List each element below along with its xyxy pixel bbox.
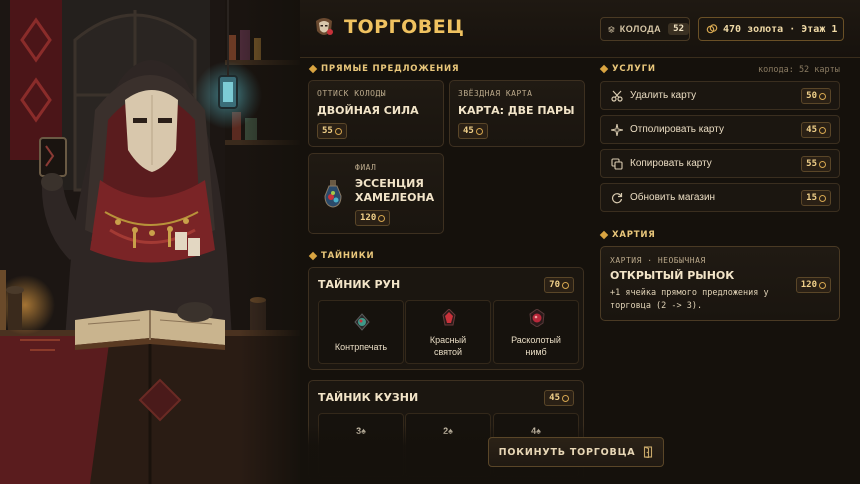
coin-icon [562, 394, 569, 402]
services-deck-meta: колода: 52 карты [758, 65, 840, 75]
coin-icon [819, 194, 826, 202]
diamond-icon [308, 251, 318, 261]
merchant-portrait [0, 0, 300, 484]
service-label: Удалить карту [630, 90, 697, 101]
stash-item-label-line2: нимб [525, 347, 547, 357]
coin-icon [819, 92, 826, 100]
direct-offers-title: ПРЯМЫЕ ПРЕДЛОЖЕНИЯ [321, 64, 460, 74]
coin-icon [378, 214, 386, 222]
service-price: 50 [801, 88, 831, 104]
deck-button[interactable]: КОЛОДА 52 [600, 17, 690, 41]
service-polish-card[interactable]: Отполировать карту 45 [600, 115, 840, 144]
coin-icon [819, 126, 826, 134]
page-title: ТОРГОВЕЦ [344, 16, 465, 38]
deck-layers-icon [608, 25, 615, 33]
door-exit-icon [644, 446, 653, 458]
stash-title: ТАЙНИК КУЗНИ [318, 391, 419, 404]
leave-merchant-button[interactable]: ПОКИНУТЬ ТОРГОВЦА [488, 437, 664, 467]
charter-price: 120 [795, 277, 831, 293]
stash-item-label: Контрпечать [334, 342, 388, 352]
coin-icon [562, 281, 569, 289]
gold-coins-icon [706, 24, 718, 34]
rune-gem-icon [529, 309, 545, 327]
charter-name: ОТКРЫТЫЙ РЫНОК [610, 269, 735, 282]
vial-icon [324, 180, 342, 208]
service-label: Копировать карту [630, 158, 712, 169]
charter-header: ХАРТИЯ [599, 230, 656, 240]
diamond-icon [599, 230, 609, 240]
coin-icon [819, 160, 826, 168]
offer-kicker: ОТТИСК КОЛОДЫ [317, 89, 387, 98]
offer-card-two-pairs[interactable]: ЗВЁЗДНАЯ КАРТА КАРТА: ДВЕ ПАРЫ 45 [449, 80, 585, 147]
stashes-title: ТАЙНИКИ [321, 251, 375, 261]
offer-kicker: ФИАЛ [355, 163, 377, 172]
charter-title: ХАРТИЯ [612, 230, 656, 240]
charter-kicker: ХАРТИЯ · НЕОБЫЧНАЯ [610, 256, 706, 265]
stashes-header: ТАЙНИКИ [308, 251, 375, 261]
rune-gem-core [532, 313, 542, 323]
offer-price: 55 [317, 123, 347, 139]
offer-name-line2: ХАМЕЛЕОНА [355, 191, 435, 204]
coin-icon [475, 127, 483, 135]
stash-item-counterseal[interactable]: Контрпечать [318, 300, 404, 364]
merchant-header: ТОРГОВЕЦ КОЛОДА 52 470 золота · Этаж 1 [300, 0, 860, 58]
coin-icon [819, 281, 826, 289]
charter-desc-line1: +1 ячейка прямого предложения у [610, 288, 769, 298]
rune-gem-icon [354, 313, 370, 331]
diamond-icon [599, 64, 609, 74]
stash-price: 45 [544, 390, 574, 406]
service-price: 15 [801, 190, 831, 206]
service-label: Отполировать карту [630, 124, 724, 135]
rune-gem-icon [442, 309, 456, 326]
offer-price: 120 [355, 210, 391, 226]
stash-price: 70 [544, 277, 574, 293]
offer-name: КАРТА: ДВЕ ПАРЫ [458, 104, 575, 117]
services-header: УСЛУГИ [599, 64, 656, 74]
service-copy-card[interactable]: Копировать карту 55 [600, 149, 840, 178]
stash-item-label-line1: Расколотый [511, 335, 561, 345]
refresh-icon [611, 192, 623, 203]
offer-card-chameleon-essence[interactable]: ФИАЛ ЭССЕНЦИЯ ХАМЕЛЕОНА 120 [308, 153, 444, 234]
service-refresh-shop[interactable]: Обновить магазин 15 [600, 183, 840, 212]
deck-label: КОЛОДА [619, 24, 662, 34]
offer-name-line1: ЭССЕНЦИЯ [355, 177, 424, 190]
gold-floor-status: 470 золота · Этаж 1 [698, 17, 844, 41]
charter-card-open-market[interactable]: ХАРТИЯ · НЕОБЫЧНАЯ ОТКРЫТЫЙ РЫНОК +1 яче… [600, 246, 840, 321]
offer-name: ДВОЙНАЯ СИЛА [317, 104, 419, 117]
service-price: 55 [801, 156, 831, 172]
direct-offers-header: ПРЯМЫЕ ПРЕДЛОЖЕНИЯ [308, 64, 460, 74]
service-label: Обновить магазин [630, 192, 716, 203]
copy-icon [611, 157, 623, 170]
leave-button-label: ПОКИНУТЬ ТОРГОВЦА [498, 446, 636, 458]
gold-floor-text: 470 золота · Этаж 1 [723, 23, 838, 35]
stash-item-label-line1: Красный [429, 335, 467, 345]
merchant-mask-icon [316, 18, 333, 35]
stash-item-label-line2: святой [433, 347, 463, 357]
stash-item-red-saint[interactable]: Красный святой [405, 300, 491, 364]
services-title: УСЛУГИ [612, 64, 656, 74]
charter-desc-line2: торговца (2 -> 3). [610, 301, 703, 311]
stash-runes[interactable]: ТАЙНИК РУН 70 Контрпечать Красный святой… [308, 267, 584, 370]
scissors-icon [611, 90, 623, 102]
offer-card-double-power[interactable]: ОТТИСК КОЛОДЫ ДВОЙНАЯ СИЛА 55 [308, 80, 444, 147]
sparkle-icon [611, 123, 623, 136]
coin-icon [334, 127, 342, 135]
offer-price: 45 [458, 123, 488, 139]
stash-title: ТАЙНИК РУН [318, 278, 401, 291]
service-price: 45 [801, 122, 831, 138]
deck-count-badge: 52 [668, 23, 689, 35]
service-remove-card[interactable]: Удалить карту 50 [600, 81, 840, 110]
stash-item-shattered-halo[interactable]: Расколотый нимб [493, 300, 579, 364]
diamond-icon [308, 64, 318, 74]
offer-kicker: ЗВЁЗДНАЯ КАРТА [458, 89, 533, 98]
